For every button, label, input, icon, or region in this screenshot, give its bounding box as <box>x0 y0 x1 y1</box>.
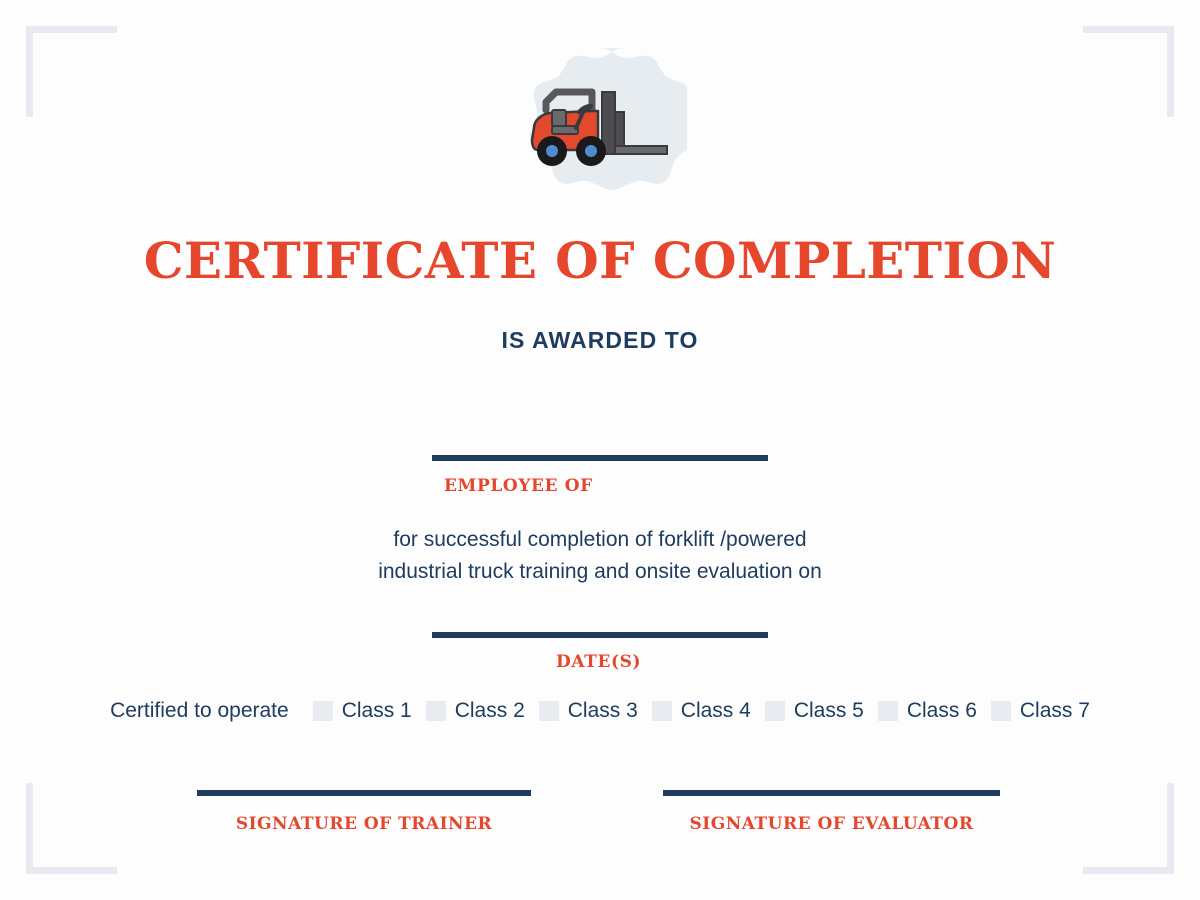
class-checkbox-item-2[interactable]: Class 2 <box>425 699 525 722</box>
dates-field-caption: DATE(S) <box>556 652 642 672</box>
class-checkbox-item-4[interactable]: Class 4 <box>651 699 751 722</box>
corner-bracket-bottom-left <box>26 783 117 874</box>
class-label: Class 3 <box>567 699 638 722</box>
class-label: Class 2 <box>454 699 525 722</box>
class-checkbox-item-5[interactable]: Class 5 <box>764 699 864 722</box>
dates-line[interactable] <box>432 632 768 638</box>
trainer-signature-block: SIGNATURE OF TRAINER <box>197 790 531 833</box>
checkbox-icon[interactable] <box>764 700 785 721</box>
class-checkbox-item-1[interactable]: Class 1 <box>312 699 412 722</box>
employee-field-caption: EMPLOYEE OF <box>444 476 593 496</box>
checkbox-icon[interactable] <box>990 700 1011 721</box>
class-label: Class 6 <box>906 699 977 722</box>
class-label: Class 5 <box>793 699 864 722</box>
trainer-signature-line[interactable] <box>197 790 531 796</box>
evaluator-signature-line[interactable] <box>663 790 1000 796</box>
evaluator-signature-block: SIGNATURE OF EVALUATOR <box>663 790 1000 833</box>
class-label: Class 4 <box>680 699 751 722</box>
corner-bracket-bottom-right <box>1083 783 1174 874</box>
class-checkbox-item-6[interactable]: Class 6 <box>877 699 977 722</box>
trainer-signature-label: SIGNATURE OF TRAINER <box>235 814 493 834</box>
checkbox-icon[interactable] <box>651 700 672 721</box>
class-checkbox-item-3[interactable]: Class 3 <box>538 699 638 722</box>
class-label: Class 1 <box>341 699 412 722</box>
completion-statement: for successful completion of forklift /p… <box>0 524 1200 588</box>
checkbox-icon[interactable] <box>425 700 446 721</box>
badge-blob <box>513 46 687 214</box>
badge-container <box>0 46 1200 214</box>
class-label: Class 7 <box>1019 699 1090 722</box>
certificate-title: CERTIFICATE OF COMPLETION <box>143 231 1057 290</box>
completion-statement-line-2: industrial truck training and onsite eva… <box>378 560 822 583</box>
certified-classes-row: Certified to operate Class 1 Class 2 Cla… <box>0 700 1200 721</box>
employee-name-line[interactable] <box>432 455 768 461</box>
evaluator-signature-label: SIGNATURE OF EVALUATOR <box>689 814 974 834</box>
certified-to-operate-label: Certified to operate <box>110 699 289 722</box>
class-checkbox-item-7[interactable]: Class 7 <box>990 699 1090 722</box>
checkbox-icon[interactable] <box>312 700 333 721</box>
forklift-icon <box>530 88 668 166</box>
checkbox-icon[interactable] <box>538 700 559 721</box>
completion-statement-line-1: for successful completion of forklift /p… <box>393 528 807 551</box>
checkbox-icon[interactable] <box>877 700 898 721</box>
certificate-subtitle: IS AWARDED TO <box>501 327 699 353</box>
certificate-page: CERTIFICATE OF COMPLETION IS AWARDED TO … <box>0 0 1200 900</box>
